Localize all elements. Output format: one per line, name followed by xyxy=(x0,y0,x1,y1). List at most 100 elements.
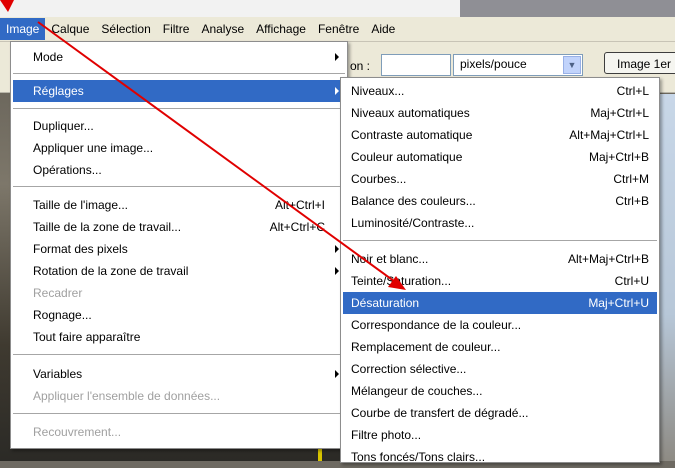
adjust-item-shortcut: Alt+Maj+Ctrl+B xyxy=(567,252,649,266)
adjust-item-courbes[interactable]: Courbes... Ctrl+M xyxy=(343,168,657,190)
title-strip xyxy=(0,0,675,17)
image-menu: Mode Réglages Dupliquer... Appliquer une… xyxy=(10,41,348,449)
image-menu-rotation[interactable]: Rotation de la zone de travail xyxy=(13,260,345,282)
image-menu-operations-label: Opérations... xyxy=(33,163,102,177)
adjust-item-correction-selective[interactable]: Correction sélective... xyxy=(343,358,657,380)
image-menu-tout-faire-apparaitre-label: Tout faire apparaître xyxy=(33,330,141,344)
image-menu-appliquer-ensemble-label: Appliquer l'ensemble de données... xyxy=(33,389,221,403)
title-strip-left xyxy=(0,0,460,17)
image-menu-appliquer-ensemble[interactable]: Appliquer l'ensemble de données... xyxy=(13,385,345,407)
image-menu-reglages[interactable]: Réglages xyxy=(13,80,345,102)
image-menu-rognage[interactable]: Rognage... xyxy=(13,304,345,326)
menu-affichage[interactable]: Affichage xyxy=(250,18,312,40)
adjust-item-desaturation[interactable]: Désaturation Maj+Ctrl+U xyxy=(343,292,657,314)
menu-analyse[interactable]: Analyse xyxy=(195,18,250,40)
image-menu-taille-zone[interactable]: Taille de la zone de travail... Alt+Ctrl… xyxy=(13,216,345,238)
image-menu-rognage-label: Rognage... xyxy=(33,308,92,322)
image-menu-dupliquer-label: Dupliquer... xyxy=(33,119,94,133)
menu-bar: Image Calque Sélection Filtre Analyse Af… xyxy=(0,17,675,42)
image-menu-tout-faire-apparaitre[interactable]: Tout faire apparaître xyxy=(13,326,345,348)
submenu-arrow-icon xyxy=(335,245,339,253)
adjust-item-shortcut: Ctrl+B xyxy=(615,194,649,208)
adjust-item-label: Balance des couleurs... xyxy=(351,194,476,208)
menu-separator xyxy=(13,108,345,110)
adjust-item-label: Couleur automatique xyxy=(351,150,463,164)
menu-fenetre[interactable]: Fenêtre xyxy=(312,18,365,40)
adjust-item-label: Contraste automatique xyxy=(351,128,473,142)
adjust-item-label: Correspondance de la couleur... xyxy=(351,318,522,332)
image-menu-taille-zone-shortcut: Alt+Ctrl+C xyxy=(269,220,325,234)
submenu-arrow-icon xyxy=(335,370,339,378)
image-menu-rotation-label: Rotation de la zone de travail xyxy=(33,264,189,278)
image-menu-dupliquer[interactable]: Dupliquer... xyxy=(13,115,345,137)
adjust-item-shortcut: Alt+Maj+Ctrl+L xyxy=(569,128,649,142)
units-select-value: pixels/pouce xyxy=(460,57,527,71)
adjust-item-balance-couleurs[interactable]: Balance des couleurs... Ctrl+B xyxy=(343,190,657,212)
adjust-item-shortcut: Maj+Ctrl+U xyxy=(588,296,649,310)
adjust-item-niveaux[interactable]: Niveaux... Ctrl+L xyxy=(343,80,657,102)
image-menu-recouvrement[interactable]: Recouvrement... xyxy=(13,421,345,443)
menu-separator xyxy=(13,354,345,356)
adjust-item-tons-fonces-clairs[interactable]: Tons foncés/Tons clairs... xyxy=(343,446,657,468)
adjust-item-courbe-transfert[interactable]: Courbe de transfert de dégradé... xyxy=(343,402,657,424)
menu-separator xyxy=(13,73,345,75)
adjust-item-shortcut: Maj+Ctrl+L xyxy=(590,106,649,120)
image-menu-mode[interactable]: Mode xyxy=(13,46,345,68)
adjust-item-shortcut: Ctrl+L xyxy=(616,84,649,98)
adjust-item-luminosite-contraste[interactable]: Luminosité/Contraste... xyxy=(343,212,657,234)
menu-aide[interactable]: Aide xyxy=(365,18,401,40)
image-menu-appliquer-image-label: Appliquer une image... xyxy=(33,141,154,155)
image-menu-variables-label: Variables xyxy=(33,367,83,381)
adjust-item-label: Luminosité/Contraste... xyxy=(351,216,475,230)
resolution-input[interactable] xyxy=(381,54,451,76)
submenu-arrow-icon xyxy=(335,87,339,95)
chevron-down-icon[interactable]: ▼ xyxy=(563,56,581,74)
image-menu-recadrer-label: Recadrer xyxy=(33,286,83,300)
image-menu-taille-image[interactable]: Taille de l'image... Alt+Ctrl+I xyxy=(13,194,345,216)
adjust-item-shortcut: Ctrl+U xyxy=(614,274,649,288)
adjust-item-shortcut: Maj+Ctrl+B xyxy=(588,150,649,164)
submenu-arrow-icon xyxy=(335,267,339,275)
image-menu-operations[interactable]: Opérations... xyxy=(13,159,345,181)
menu-filtre[interactable]: Filtre xyxy=(157,18,196,40)
image-menu-recouvrement-label: Recouvrement... xyxy=(33,425,122,439)
menu-image[interactable]: Image xyxy=(0,18,46,40)
adjust-item-teinte-saturation[interactable]: Teinte/Saturation... Ctrl+U xyxy=(343,270,657,292)
adjust-item-label: Teinte/Saturation... xyxy=(351,274,452,288)
image-menu-format-pixels-label: Format des pixels xyxy=(33,242,128,256)
menu-separator xyxy=(343,240,657,242)
menu-separator xyxy=(13,186,345,188)
image-menu-taille-image-shortcut: Alt+Ctrl+I xyxy=(274,198,325,212)
image-menu-reglages-label: Réglages xyxy=(33,84,84,98)
submenu-arrow-icon xyxy=(335,53,339,61)
adjust-item-remplacement-couleur[interactable]: Remplacement de couleur... xyxy=(343,336,657,358)
units-select[interactable]: pixels/pouce ▼ xyxy=(453,54,583,76)
adjust-item-label: Filtre photo... xyxy=(351,428,422,442)
adjust-item-label: Niveaux automatiques xyxy=(351,106,470,120)
menu-selection[interactable]: Sélection xyxy=(95,18,156,40)
menu-calque[interactable]: Calque xyxy=(45,18,95,40)
adjust-item-correspondance-couleur[interactable]: Correspondance de la couleur... xyxy=(343,314,657,336)
front-image-button[interactable]: Image 1er xyxy=(604,52,675,74)
adjust-item-niveaux-auto[interactable]: Niveaux automatiques Maj+Ctrl+L xyxy=(343,102,657,124)
reglages-submenu: Niveaux... Ctrl+L Niveaux automatiques M… xyxy=(340,77,660,464)
adjust-item-label: Niveaux... xyxy=(351,84,405,98)
adjust-item-noir-et-blanc[interactable]: Noir et blanc... Alt+Maj+Ctrl+B xyxy=(343,248,657,270)
adjust-item-couleur-auto[interactable]: Couleur automatique Maj+Ctrl+B xyxy=(343,146,657,168)
image-menu-format-pixels[interactable]: Format des pixels xyxy=(13,238,345,260)
adjust-item-melangeur-couches[interactable]: Mélangeur de couches... xyxy=(343,380,657,402)
adjust-item-contraste-auto[interactable]: Contraste automatique Alt+Maj+Ctrl+L xyxy=(343,124,657,146)
adjust-item-label: Tons foncés/Tons clairs... xyxy=(351,450,486,464)
adjust-item-shortcut: Ctrl+M xyxy=(613,172,649,186)
image-menu-taille-image-label: Taille de l'image... xyxy=(33,198,129,212)
adjust-item-label: Correction sélective... xyxy=(351,362,467,376)
image-menu-mode-label: Mode xyxy=(33,50,64,64)
adjust-item-filtre-photo[interactable]: Filtre photo... xyxy=(343,424,657,446)
adjust-item-label: Noir et blanc... xyxy=(351,252,429,266)
resolution-label: on : xyxy=(350,59,371,73)
image-menu-recadrer[interactable]: Recadrer xyxy=(13,282,345,304)
image-menu-variables[interactable]: Variables xyxy=(13,363,345,385)
adjust-item-label: Courbe de transfert de dégradé... xyxy=(351,406,529,420)
image-menu-appliquer-image[interactable]: Appliquer une image... xyxy=(13,137,345,159)
adjust-item-label: Remplacement de couleur... xyxy=(351,340,501,354)
